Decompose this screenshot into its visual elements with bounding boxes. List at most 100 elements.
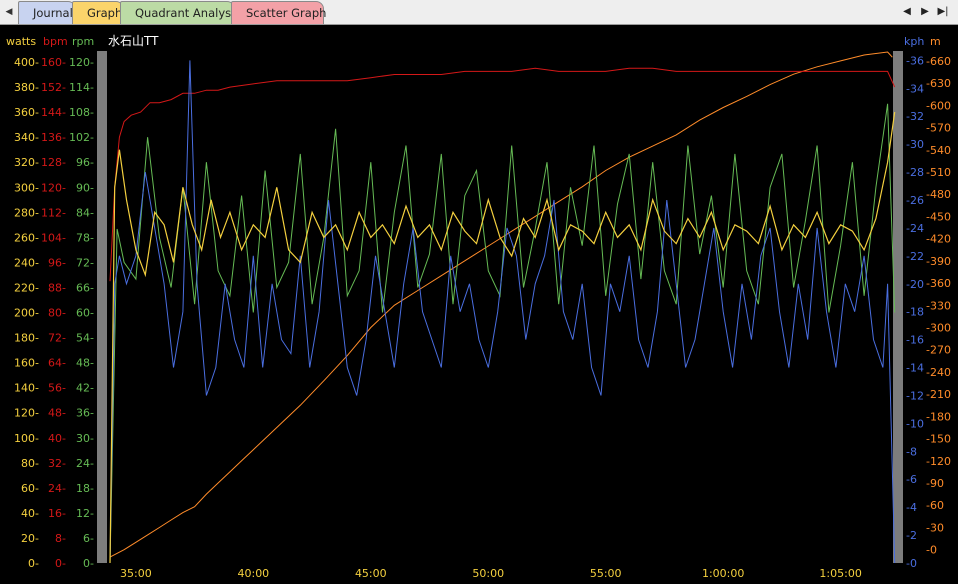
tab-journal[interactable]: Journal (18, 1, 76, 24)
x-tick-label: 1:05:00 (819, 567, 861, 580)
kph-tick-label: -26 (906, 194, 924, 207)
rpm-tick-label: 48- (76, 357, 94, 370)
multi-series-chart: 水石山TT watts bpm rpm kph m 0- 20- 40- 60- 80-… (0, 25, 958, 584)
rpm-tick-label: 18- (76, 482, 94, 495)
kph-tick-label: -8 (906, 445, 917, 458)
x-tick-label: 1:00:00 (702, 567, 744, 580)
watts-tick-label: 160- (14, 357, 39, 370)
rpm-tick-label: 120- (69, 56, 94, 69)
m-tick-label: -240 (926, 366, 951, 379)
rpm-axis-label: rpm (72, 35, 94, 48)
watts-tick-label: 300- (14, 181, 39, 194)
bpm-tick-label: 112- (41, 206, 66, 219)
m-tick-label: -510 (926, 166, 951, 179)
kph-tick-label: -32 (906, 110, 924, 123)
bpm-tick-label: 96- (48, 256, 66, 269)
scroll-left-icon[interactable]: ◀ (2, 4, 16, 20)
kph-tick-label: -12 (906, 389, 924, 402)
m-tick-label: -150 (926, 433, 951, 446)
m-tick-label: -330 (926, 299, 951, 312)
watts-tick-label: 400- (14, 56, 39, 69)
tab-scatter-graph[interactable]: Scatter Graph (231, 1, 326, 24)
watts-tick-label: 20- (21, 532, 39, 545)
kph-axis-label: kph (904, 35, 924, 48)
watts-tick-label: 60- (21, 482, 39, 495)
watts-tick-label: 100- (14, 432, 39, 445)
bpm-tick-label: 8- (55, 532, 66, 545)
watts-tick-label: 120- (14, 407, 39, 420)
watts-tick-label: 140- (14, 382, 39, 395)
rpm-tick-label: 72- (76, 256, 94, 269)
rpm-tick-label: 42- (76, 382, 94, 395)
bpm-tick-label: 128- (41, 156, 66, 169)
bpm-tick-label: 152- (41, 81, 66, 94)
kph-tick-label: -14 (906, 362, 924, 375)
watts-tick-label: 0- (28, 557, 39, 570)
bpm-tick-label: 80- (48, 307, 66, 320)
prev-icon[interactable]: ◀ (900, 4, 914, 20)
m-tick-label: -60 (926, 499, 944, 512)
tab-graph[interactable]: Graph (72, 1, 124, 24)
x-tick-label: 40:00 (237, 567, 269, 580)
m-tick-label: -120 (926, 455, 951, 468)
bpm-tick-label: 32- (48, 457, 66, 470)
watts-tick-label: 240- (14, 256, 39, 269)
rpm-tick-label: 60- (76, 307, 94, 320)
tab-bar: ◀ Journal Graph Quadrant Analysis Scatte… (0, 0, 958, 25)
m-axis-label: m (930, 35, 941, 48)
bpm-tick-label: 40- (48, 432, 66, 445)
m-tick-label: -480 (926, 188, 951, 201)
kph-tick-label: -18 (906, 306, 924, 319)
bpm-axis-label: bpm (43, 35, 68, 48)
kph-tick-label: -16 (906, 334, 924, 347)
bpm-tick-label: 104- (41, 231, 66, 244)
kph-tick-label: -22 (906, 250, 924, 263)
kph-tick-label: -28 (906, 166, 924, 179)
bpm-tick-label: 72- (48, 332, 66, 345)
play-icon[interactable]: ▶ (918, 4, 932, 20)
m-tick-label: -360 (926, 277, 951, 290)
bpm-tick-label: 16- (48, 507, 66, 520)
rpm-tick-label: 0- (83, 557, 94, 570)
m-tick-label: -0 (926, 544, 937, 557)
watts-tick-label: 220- (14, 281, 39, 294)
x-tick-label: 55:00 (590, 567, 622, 580)
rpm-tick-label: 54- (76, 332, 94, 345)
rpm-tick-label: 66- (76, 281, 94, 294)
kph-tick-label: -10 (906, 417, 924, 430)
watts-tick-label: 260- (14, 231, 39, 244)
x-tick-label: 35:00 (120, 567, 152, 580)
watts-tick-label: 40- (21, 507, 39, 520)
m-tick-label: -420 (926, 233, 951, 246)
chart-title: 水石山TT (108, 34, 159, 48)
m-tick-label: -210 (926, 388, 951, 401)
kph-tick-label: -36 (906, 54, 924, 67)
rpm-tick-label: 90- (76, 181, 94, 194)
kph-tick-label: -0 (906, 557, 917, 570)
m-tick-label: -300 (926, 321, 951, 334)
rpm-tick-label: 114- (69, 81, 94, 94)
m-tick-label: -390 (926, 255, 951, 268)
bpm-tick-label: 136- (41, 131, 66, 144)
m-tick-label: -30 (926, 521, 944, 534)
watts-tick-label: 380- (14, 81, 39, 94)
bpm-tick-label: 144- (41, 106, 66, 119)
bpm-tick-label: 56- (48, 382, 66, 395)
watts-tick-label: 320- (14, 156, 39, 169)
bpm-tick-label: 48- (48, 407, 66, 420)
next-icon[interactable]: ▶| (936, 4, 950, 20)
m-tick-label: -660 (926, 55, 951, 68)
rpm-tick-label: 24- (76, 457, 94, 470)
kph-tick-label: -34 (906, 82, 924, 95)
rpm-tick-label: 36- (76, 407, 94, 420)
watts-tick-label: 180- (14, 332, 39, 345)
rpm-tick-label: 108- (69, 106, 94, 119)
tab-quadrant-analysis[interactable]: Quadrant Analysis (120, 1, 240, 24)
rpm-tick-label: 78- (76, 231, 94, 244)
left-range-handle[interactable] (97, 51, 107, 563)
watts-tick-label: 80- (21, 457, 39, 470)
m-tick-label: -270 (926, 344, 951, 357)
kph-tick-label: -24 (906, 222, 924, 235)
bpm-tick-label: 64- (48, 357, 66, 370)
m-tick-label: -570 (926, 122, 951, 135)
